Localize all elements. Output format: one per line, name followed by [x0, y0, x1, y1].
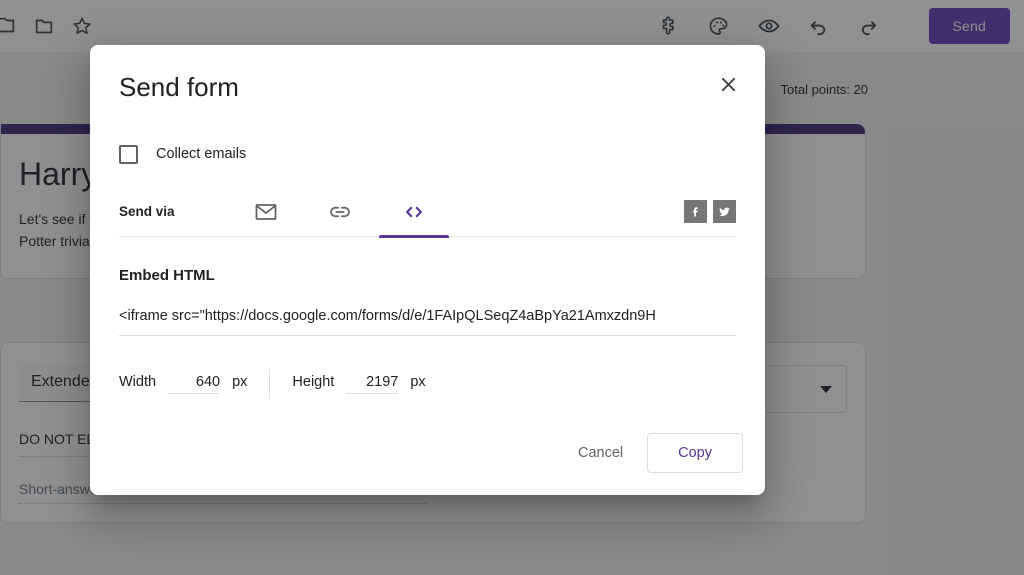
dialog-body: Collect emails Send via Embed HTML <ifra…: [90, 139, 765, 400]
dimensions-row: Width 640 px Height 2197 px: [119, 368, 736, 400]
dialog-title: Send form: [119, 72, 239, 102]
collect-emails-checkbox[interactable]: [119, 144, 138, 164]
height-unit: px: [410, 374, 426, 390]
facebook-icon[interactable]: [684, 200, 707, 223]
width-input[interactable]: 640: [168, 374, 221, 394]
height-group: Height 2197 px: [292, 374, 426, 394]
width-label: Width: [119, 374, 157, 390]
width-unit: px: [232, 374, 248, 390]
send-via-row: Send via: [119, 193, 736, 238]
width-group: Width 640 px: [119, 374, 247, 394]
tab-send-email[interactable]: [229, 193, 303, 237]
height-label: Height: [292, 374, 335, 390]
forms-editor-screen: Send Total points: 20 Harry Potter Trivi…: [0, 0, 1024, 575]
close-icon[interactable]: [713, 69, 743, 99]
send-via-label: Send via: [119, 204, 175, 219]
tab-send-link[interactable]: [303, 193, 377, 237]
embed-code-input[interactable]: <iframe src="https://docs.google.com/for…: [119, 304, 736, 336]
collect-emails-label: Collect emails: [156, 146, 247, 162]
height-input[interactable]: 2197: [346, 374, 399, 394]
social-share-group: [684, 200, 736, 229]
dimensions-divider: [269, 369, 271, 399]
tab-send-embed[interactable]: [377, 193, 451, 238]
send-form-dialog: Send form Collect emails Send via Embed …: [90, 45, 765, 495]
embed-section-label: Embed HTML: [119, 267, 215, 284]
twitter-icon[interactable]: [713, 200, 736, 223]
copy-button[interactable]: Copy: [647, 433, 743, 473]
cancel-button[interactable]: Cancel: [562, 435, 639, 471]
collect-emails-row[interactable]: Collect emails: [119, 139, 736, 169]
dialog-header: Send form: [90, 45, 765, 117]
dialog-actions: Cancel Copy: [562, 433, 743, 473]
